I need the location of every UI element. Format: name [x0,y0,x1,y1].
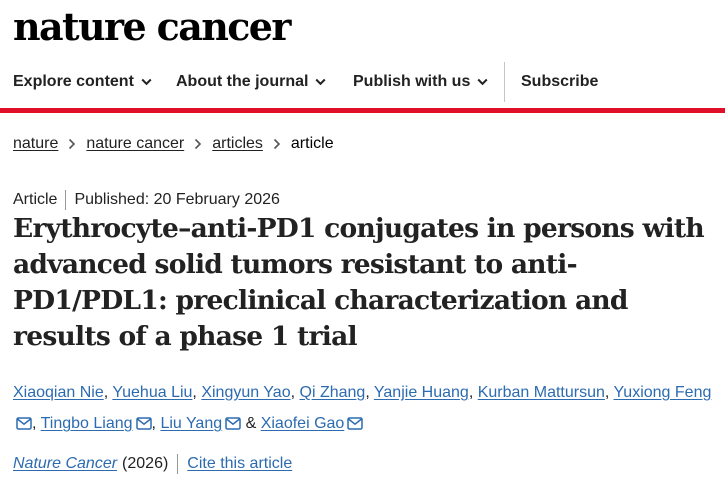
nav-explore-content[interactable]: Explore content [13,60,152,104]
breadcrumb-current: article [290,135,334,152]
author-link[interactable]: Xiaoqian Nie [13,384,104,401]
email-icon[interactable] [135,410,152,441]
author-separator: , [151,415,156,432]
chevron-down-icon [315,78,326,86]
main-nav: Explore content About the journal Publis… [0,60,725,104]
author-separator: , [290,384,296,401]
subscribe-link[interactable]: Subscribe [521,60,598,104]
journal-name-link[interactable]: Nature Cancer [13,454,117,474]
article-type: Article [13,191,58,208]
published-date: Published: 20 February 2026 [74,191,280,208]
article-meta: Article Published: 20 February 2026 [13,190,280,210]
breadcrumb-nature[interactable]: nature [13,134,58,154]
meta-divider [65,190,67,210]
subscribe-label: Subscribe [521,73,599,90]
author-link[interactable]: Tingbo Liang [41,415,133,432]
publication-year: (2026) [122,455,169,472]
author-separator: , [468,384,474,401]
header-accent-bar [0,108,725,113]
cite-this-article-link[interactable]: Cite this article [187,454,292,474]
chevron-down-icon [477,78,488,86]
nav-about-the-journal-label: About the journal [176,73,309,90]
author-link[interactable]: Liu Yang [160,415,222,432]
author-link[interactable]: Yuehua Liu [112,384,192,401]
author-separator: , [192,384,197,401]
email-icon[interactable] [16,410,32,441]
chevron-right-icon [273,138,281,150]
nav-publish-with-us-label: Publish with us [353,73,471,90]
journal-logo[interactable]: nature cancer [13,2,291,52]
breadcrumb-articles[interactable]: articles [212,134,263,154]
author-link[interactable]: Kurban Mattursun [478,384,605,401]
nav-explore-content-label: Explore content [13,73,134,90]
email-icon[interactable] [347,410,364,441]
author-separator: , [103,384,109,401]
author-separator: , [32,415,37,432]
author-link[interactable]: Yanjie Huang [374,384,469,401]
breadcrumb: nature nature cancer articles article [13,134,334,154]
article-page: nature cancer Explore content About the … [0,0,725,477]
email-icon[interactable] [225,410,241,441]
article-title: Erythrocyte–anti-PD1 conjugates in perso… [13,213,705,352]
nav-publish-with-us[interactable]: Publish with us [353,60,488,104]
chevron-right-icon [194,138,202,150]
author-link[interactable]: Xiaofei Gao [261,415,345,432]
author-link[interactable]: Xingyun Yao [201,384,290,401]
nav-about-the-journal[interactable]: About the journal [176,60,326,104]
breadcrumb-nature-cancer[interactable]: nature cancer [86,134,184,154]
author-and: & [245,415,257,432]
nav-divider [504,62,505,102]
author-link[interactable]: Qi Zhang [300,384,366,401]
author-separator: , [604,384,610,401]
citation-divider [177,454,179,474]
citation-line: Nature Cancer (2026) Cite this article [13,454,292,474]
chevron-down-icon [141,78,152,86]
author-list: Xiaoqian Nie, Yuehua Liu, Xingyun Yao, Q… [13,377,718,441]
author-separator: , [365,384,370,401]
chevron-right-icon [68,138,76,150]
author-link[interactable]: Yuxiong Feng [614,384,712,401]
